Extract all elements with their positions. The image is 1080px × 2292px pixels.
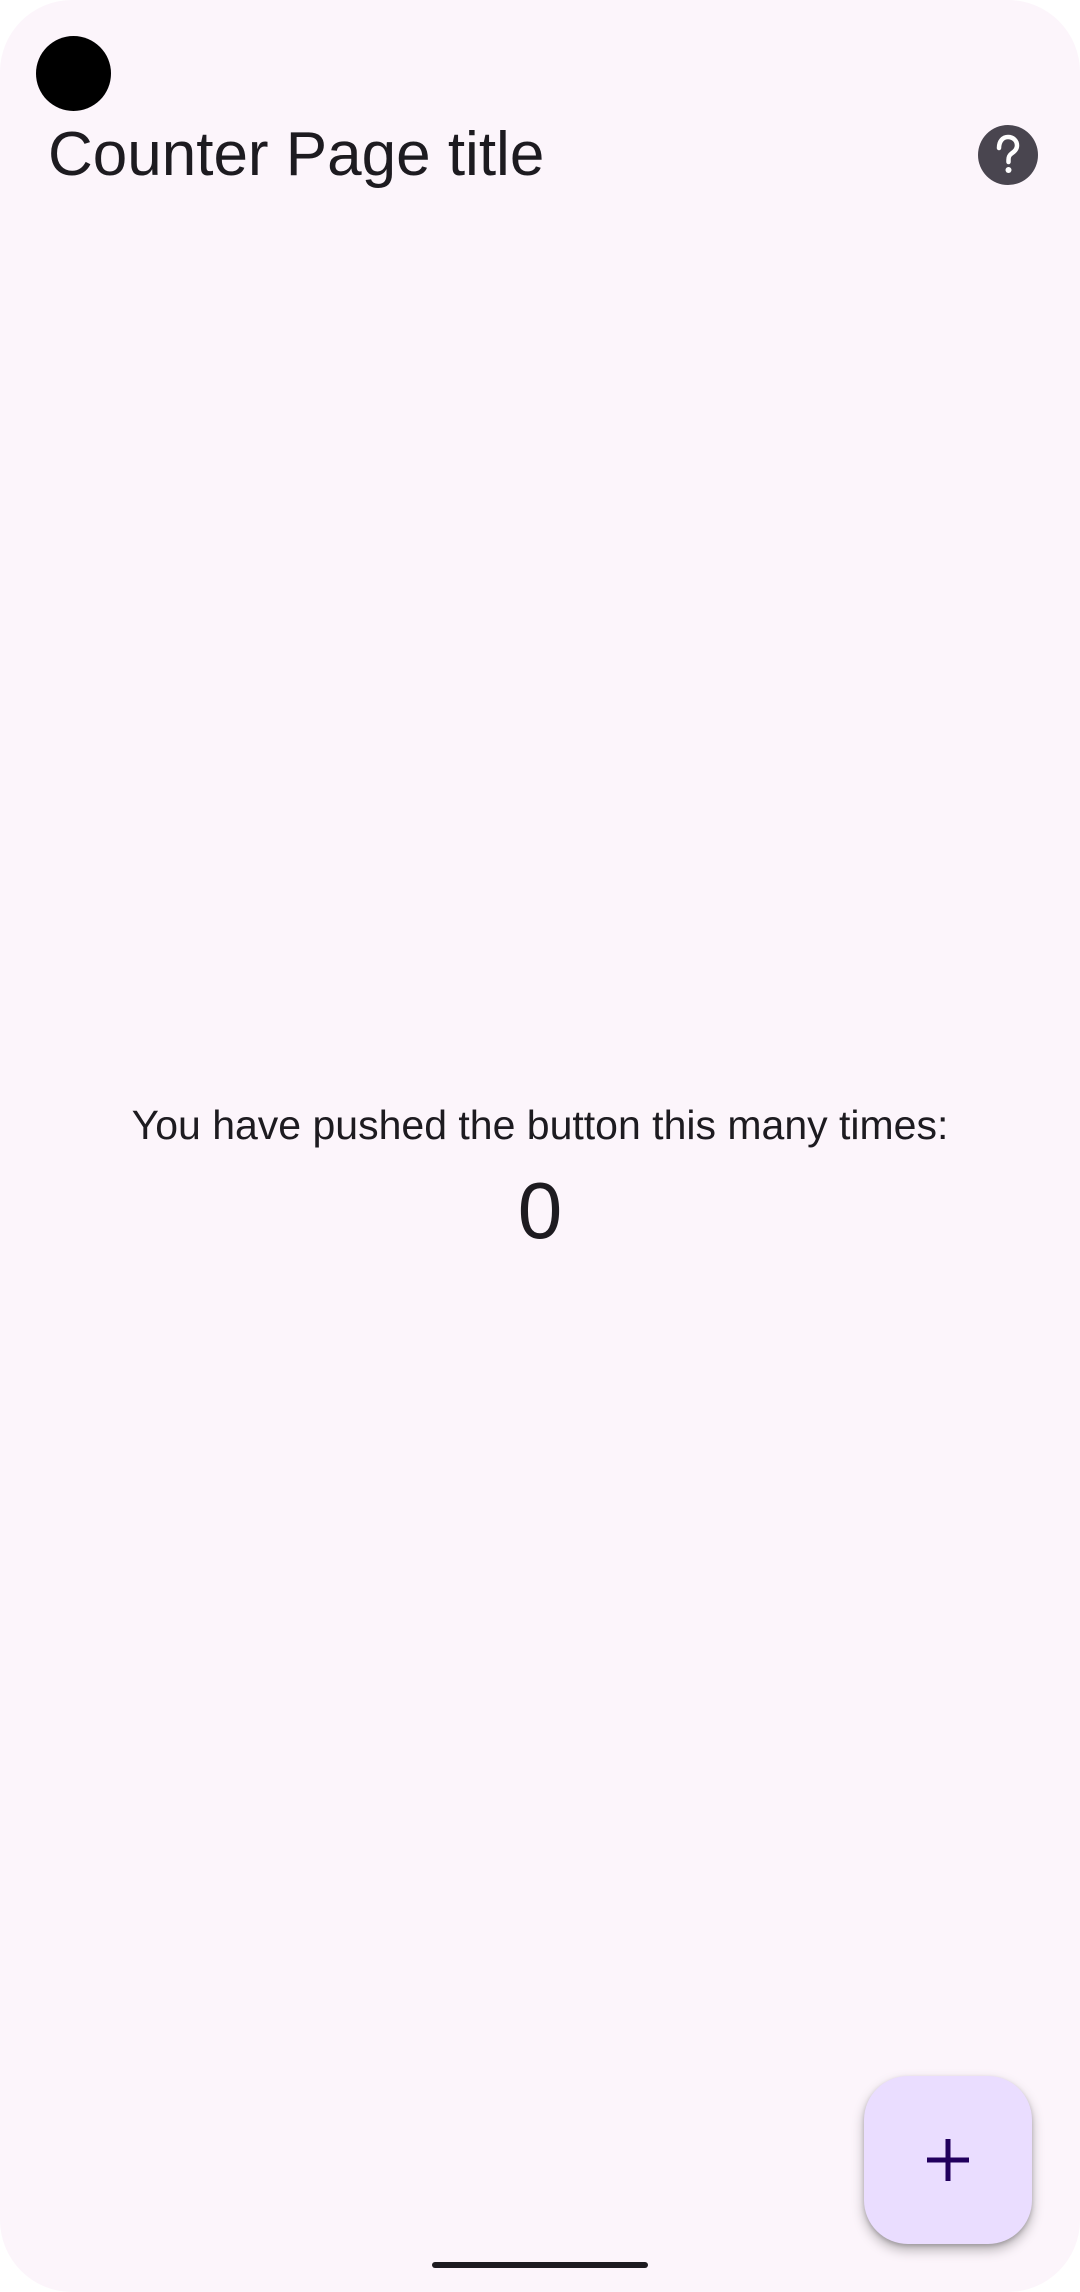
plus-icon xyxy=(927,2139,969,2181)
counter-section: You have pushed the button this many tim… xyxy=(0,1095,1080,1261)
camera-cutout xyxy=(36,36,111,111)
counter-label: You have pushed the button this many tim… xyxy=(131,1102,949,1148)
app-bar: Counter Page title xyxy=(0,110,1080,200)
home-indicator[interactable] xyxy=(432,2262,648,2268)
help-icon xyxy=(996,134,1020,173)
increment-button[interactable] xyxy=(864,2076,1032,2244)
app-screen: Counter Page title You have pushed the b… xyxy=(0,0,1080,2292)
help-button[interactable] xyxy=(978,125,1038,185)
counter-value: 0 xyxy=(517,1166,563,1255)
page-title: Counter Page title xyxy=(48,120,545,189)
